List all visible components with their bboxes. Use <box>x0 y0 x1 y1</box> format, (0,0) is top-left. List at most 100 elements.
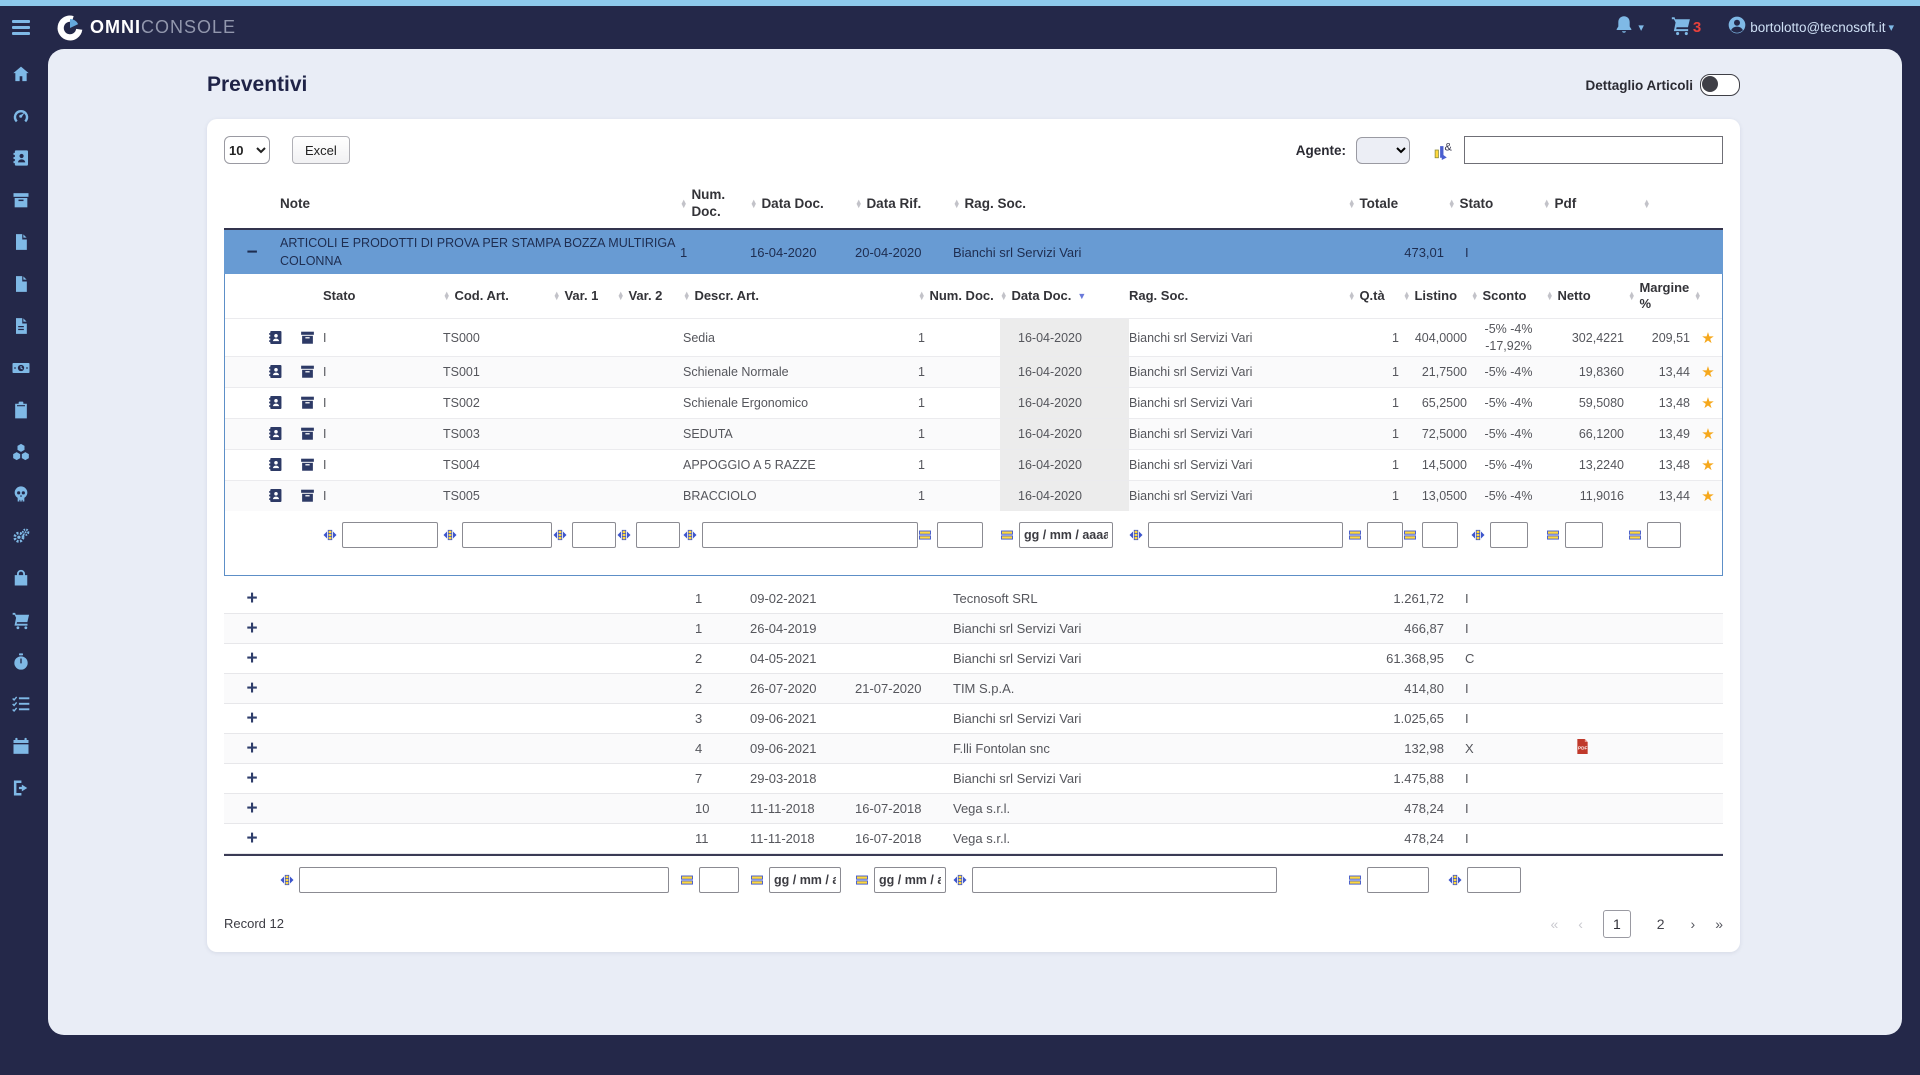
favorite-star-icon[interactable]: ★ <box>1694 363 1722 381</box>
filter-input-descr-art[interactable] <box>702 521 918 548</box>
sort-arrows-icon[interactable]: ▲ ▼ <box>683 290 690 301</box>
archive-icon[interactable] <box>291 394 323 411</box>
notifications-button[interactable]: ▾ <box>1613 14 1644 41</box>
sidebar-item-archive-box[interactable] <box>0 181 42 223</box>
filter-input-num-doc[interactable] <box>937 521 983 548</box>
expand-row-button[interactable]: + <box>224 829 280 848</box>
expand-row-button[interactable]: + <box>224 649 280 668</box>
filter-input-var1[interactable] <box>572 521 616 548</box>
next-page-button[interactable]: › <box>1691 916 1696 932</box>
contact-card-icon[interactable] <box>259 487 291 504</box>
filter-input-listino[interactable] <box>1422 521 1458 548</box>
filter-input-rag-soc[interactable] <box>972 866 1277 893</box>
filter-input-data-doc[interactable] <box>769 866 841 893</box>
sidebar-item-address-book[interactable] <box>0 139 42 181</box>
expand-row-button[interactable]: + <box>224 769 280 788</box>
filter-input-sconto[interactable] <box>1490 521 1528 548</box>
sort-arrows-icon[interactable]: ▲ ▼ <box>1348 198 1355 209</box>
sort-arrows-icon[interactable]: ▲ ▼ <box>1643 198 1650 209</box>
filter-contains-icon[interactable] <box>953 873 967 887</box>
sort-arrows-icon[interactable]: ▲ ▼ <box>680 198 687 209</box>
sort-arrows-icon[interactable]: ▲ ▼ <box>1403 290 1410 301</box>
filter-contains-icon[interactable] <box>443 528 457 542</box>
sidebar-item-stopwatch[interactable] <box>0 643 42 685</box>
sidebar-item-calendar[interactable] <box>0 727 42 769</box>
last-page-button[interactable]: » <box>1715 916 1723 932</box>
sidebar-item-cubes[interactable] <box>0 433 42 475</box>
favorite-star-icon[interactable]: ★ <box>1694 425 1722 443</box>
sort-arrows-icon[interactable]: ▲ ▼ <box>443 290 450 301</box>
archive-icon[interactable] <box>291 487 323 504</box>
favorite-star-icon[interactable]: ★ <box>1694 487 1722 505</box>
expand-row-button[interactable]: + <box>224 739 280 758</box>
cart-button[interactable]: 3 <box>1670 14 1701 41</box>
filter-input-totale[interactable] <box>1367 866 1429 893</box>
filter-input-data-doc[interactable] <box>1019 521 1113 548</box>
contact-card-icon[interactable] <box>259 456 291 473</box>
sidebar-item-checklist[interactable] <box>0 685 42 727</box>
contact-card-icon[interactable] <box>259 363 291 380</box>
filter-input-rag-soc[interactable] <box>1148 521 1343 548</box>
expand-row-button[interactable]: + <box>224 799 280 818</box>
expand-row-button[interactable]: + <box>224 619 280 638</box>
filter-equals-icon[interactable] <box>918 528 932 542</box>
sort-arrows-icon[interactable]: ▲ ▼ <box>918 290 925 301</box>
filter-equals-icon[interactable] <box>1628 528 1642 542</box>
archive-icon[interactable] <box>291 456 323 473</box>
sort-arrows-icon[interactable]: ▲ ▼ <box>750 198 757 209</box>
filter-input-num-doc[interactable] <box>699 866 739 893</box>
sidebar-item-home[interactable] <box>0 55 42 97</box>
sort-arrows-icon[interactable]: ▲ ▼ <box>553 290 560 301</box>
sort-arrows-icon[interactable]: ▲ ▼ <box>1694 290 1701 301</box>
filter-equals-icon[interactable] <box>680 873 694 887</box>
filter-input-margine[interactable] <box>1647 521 1681 548</box>
filter-equals-icon[interactable] <box>1403 528 1417 542</box>
page-size-select[interactable]: 10 <box>224 136 270 164</box>
filter-input-data-rif[interactable] <box>874 866 946 893</box>
sidebar-item-sign-out[interactable] <box>0 769 42 811</box>
expand-row-button[interactable]: + <box>224 589 280 608</box>
filter-contains-icon[interactable] <box>323 528 337 542</box>
sidebar-item-clipboard[interactable] <box>0 391 42 433</box>
contact-card-icon[interactable] <box>259 425 291 442</box>
filter-equals-icon[interactable] <box>1348 528 1362 542</box>
excel-export-button[interactable]: Excel <box>292 136 350 164</box>
sidebar-item-gauge[interactable] <box>0 97 42 139</box>
sort-arrows-icon[interactable]: ▲ ▼ <box>1000 290 1007 301</box>
sidebar-item-money-time[interactable] <box>0 349 42 391</box>
sidebar-item-file-invoice[interactable] <box>0 307 42 349</box>
archive-icon[interactable] <box>291 425 323 442</box>
filter-contains-icon[interactable] <box>617 528 631 542</box>
advanced-filter-icon[interactable]: & <box>1434 140 1454 160</box>
agente-select[interactable] <box>1356 136 1410 164</box>
filter-contains-icon[interactable] <box>1129 528 1143 542</box>
filter-contains-icon[interactable] <box>1471 528 1485 542</box>
favorite-star-icon[interactable]: ★ <box>1694 456 1722 474</box>
filter-contains-icon[interactable] <box>683 528 697 542</box>
filter-contains-icon[interactable] <box>750 873 764 887</box>
filter-equals-icon[interactable] <box>1348 873 1362 887</box>
user-menu[interactable]: bortolotto@tecnosoft.it ▾ <box>1727 15 1894 40</box>
contact-card-icon[interactable] <box>259 394 291 411</box>
sort-arrows-icon[interactable]: ▲ ▼ <box>1543 198 1550 209</box>
first-page-button[interactable]: « <box>1550 916 1558 932</box>
filter-input-cod-art[interactable] <box>462 521 552 548</box>
filter-equals-icon[interactable] <box>1546 528 1560 542</box>
sidebar-item-shopping-cart[interactable] <box>0 601 42 643</box>
filter-input-var2[interactable] <box>636 521 680 548</box>
expanded-quote-row[interactable]: − ARTICOLI E PRODOTTI DI PROVA PER STAMPA… <box>224 230 1723 275</box>
search-input[interactable] <box>1464 136 1723 164</box>
sort-arrows-icon[interactable]: ▲ ▼ <box>1448 198 1455 209</box>
archive-icon[interactable] <box>291 329 323 346</box>
filter-contains-icon[interactable] <box>855 873 869 887</box>
sidebar-item-file[interactable] <box>0 265 42 307</box>
archive-icon[interactable] <box>291 363 323 380</box>
contact-card-icon[interactable] <box>259 329 291 346</box>
prev-page-button[interactable]: ‹ <box>1578 916 1583 932</box>
filter-input-qta[interactable] <box>1367 521 1403 548</box>
sort-arrows-icon[interactable]: ▲ ▼ <box>953 198 960 209</box>
sort-arrows-icon[interactable]: ▲ ▼ <box>617 290 624 301</box>
expand-row-button[interactable]: + <box>224 679 280 698</box>
sort-arrows-icon[interactable]: ▲ ▼ <box>1546 290 1553 301</box>
favorite-star-icon[interactable]: ★ <box>1694 394 1722 412</box>
